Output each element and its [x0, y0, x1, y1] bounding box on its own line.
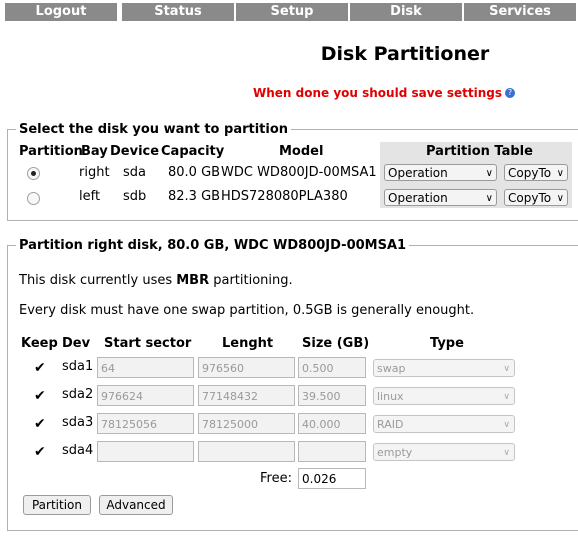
size-input[interactable]: 40.000 [298, 413, 366, 434]
keep-checkbox[interactable]: ✔ [34, 388, 46, 404]
keep-checkbox[interactable]: ✔ [34, 444, 46, 460]
type-select[interactable]: empty ∨ [373, 443, 515, 461]
disk-capacity: 80.0 GB [168, 165, 221, 180]
length-input[interactable]: 78125000 [198, 413, 295, 434]
col-length: Lenght [222, 336, 274, 351]
type-select[interactable]: RAID ∨ [373, 415, 515, 433]
col-device: Device [110, 144, 160, 159]
copyto-select-sda[interactable]: CopyTo ∨ [504, 164, 568, 181]
start-sector-input[interactable]: 64 [97, 357, 194, 378]
partition-button[interactable]: Partition [23, 495, 91, 515]
partition-scheme: MBR [176, 273, 210, 288]
copyto-select-sdb[interactable]: CopyTo ∨ [504, 189, 568, 206]
page-title: Disk Partitioner [320, 43, 490, 65]
nav-logout[interactable]: Logout [5, 3, 117, 21]
disk-bay: right [79, 165, 110, 180]
nav-services[interactable]: Services [464, 3, 576, 21]
length-input[interactable] [198, 441, 295, 462]
length-input[interactable]: 976560 [198, 357, 295, 378]
free-label: Free: [260, 471, 292, 486]
col-start-sector: Start sector [104, 336, 192, 351]
operation-select-sdb[interactable]: Operation ∨ [384, 189, 497, 206]
nav-disk[interactable]: Disk [350, 3, 462, 21]
col-size: Size (GB) [302, 336, 370, 351]
start-sector-input[interactable]: 976624 [97, 385, 194, 406]
length-input[interactable]: 77148432 [198, 385, 295, 406]
size-input[interactable]: 0.500 [298, 357, 366, 378]
col-dev: Dev [62, 336, 91, 351]
partition-dev: sda3 [62, 415, 94, 430]
disk-radio-sda[interactable] [27, 167, 40, 180]
nav-setup[interactable]: Setup [236, 3, 348, 21]
type-select[interactable]: swap ∨ [373, 359, 515, 377]
col-capacity: Capacity [161, 144, 225, 159]
partition-legend: Partition right disk, 80.0 GB, WDC WD800… [16, 238, 410, 253]
keep-checkbox[interactable]: ✔ [34, 360, 46, 376]
disk-device: sda [123, 165, 146, 180]
disk-device: sdb [123, 189, 147, 204]
col-type: Type [430, 336, 464, 351]
top-nav: Logout Status Setup Disk Services [0, 0, 578, 24]
size-input[interactable] [298, 441, 366, 462]
disk-model: WDC WD800JD-00MSA1 [221, 165, 377, 180]
advanced-button[interactable]: Advanced [99, 495, 173, 515]
partition-dev: sda4 [62, 443, 94, 458]
nav-status[interactable]: Status [122, 3, 234, 21]
disk-model: HDS728080PLA380 [221, 189, 348, 204]
select-disk-legend: Select the disk you want to partition [16, 122, 292, 137]
col-partition: Partition [19, 144, 83, 159]
help-icon[interactable]: ? [505, 88, 515, 98]
disk-capacity: 82.3 GB [168, 189, 221, 204]
save-note: When done you should save settings [253, 86, 502, 100]
partition-dev: sda1 [62, 359, 94, 374]
col-partition-table: Partition Table [426, 144, 533, 159]
start-sector-input[interactable] [97, 441, 194, 462]
col-bay: Bay [81, 144, 108, 159]
partition-scheme-info: This disk currently uses MBR partitionin… [19, 273, 293, 288]
operation-select-sda[interactable]: Operation ∨ [384, 164, 497, 181]
col-model: Model [279, 144, 324, 159]
type-select[interactable]: linux ∨ [373, 387, 515, 405]
disk-bay: left [79, 189, 101, 204]
size-input[interactable]: 39.500 [298, 385, 366, 406]
swap-note: Every disk must have one swap partition,… [19, 303, 475, 318]
keep-checkbox[interactable]: ✔ [34, 416, 46, 432]
free-value: 0.026 [298, 468, 366, 489]
start-sector-input[interactable]: 78125056 [97, 413, 194, 434]
disk-radio-sdb[interactable] [27, 192, 40, 205]
col-keep: Keep [21, 336, 58, 351]
partition-dev: sda2 [62, 387, 94, 402]
